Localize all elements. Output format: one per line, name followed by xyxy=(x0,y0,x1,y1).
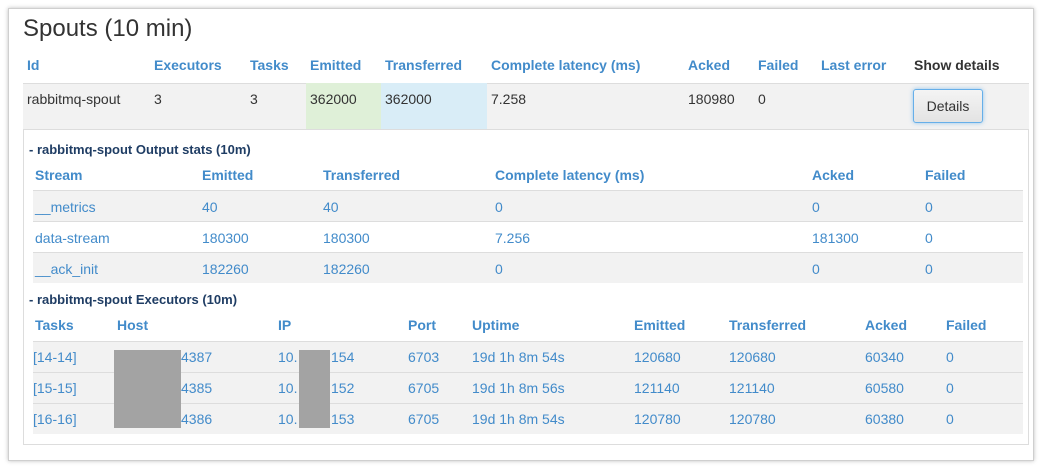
details-button[interactable]: Details xyxy=(913,89,983,123)
executor-uptime: 19d 1h 8m 56s xyxy=(472,380,565,396)
ex-header-failed[interactable]: Failed xyxy=(946,317,986,333)
ex-header-uptime[interactable]: Uptime xyxy=(472,317,519,333)
os-stream: __ack_init xyxy=(35,261,99,277)
os-emitted: 40 xyxy=(202,199,218,215)
table-row xyxy=(33,252,1023,283)
os-complete-latency: 7.256 xyxy=(495,230,531,246)
spout-failed: 0 xyxy=(758,91,766,107)
header-failed[interactable]: Failed xyxy=(758,57,798,73)
table-row xyxy=(33,190,1023,221)
host-redaction xyxy=(114,350,181,428)
spout-id: rabbitmq-spout xyxy=(27,91,121,107)
os-header-transferred[interactable]: Transferred xyxy=(323,167,400,183)
os-header-emitted[interactable]: Emitted xyxy=(202,167,253,183)
os-transferred: 40 xyxy=(323,199,339,215)
executor-transferred: 120780 xyxy=(729,411,776,427)
ex-header-host[interactable]: Host xyxy=(117,317,148,333)
executor-ip-prefix: 10. xyxy=(278,380,298,396)
os-acked: 181300 xyxy=(812,230,859,246)
header-transferred[interactable]: Transferred xyxy=(385,57,462,73)
header-id[interactable]: Id xyxy=(27,57,39,73)
executor-task-link[interactable]: [14-14] xyxy=(33,349,77,365)
header-last-error[interactable]: Last error xyxy=(821,57,886,73)
spout-executors: 3 xyxy=(154,91,162,107)
os-emitted: 180300 xyxy=(202,230,249,246)
executor-acked: 60580 xyxy=(865,380,904,396)
os-transferred: 182260 xyxy=(323,261,370,277)
executor-transferred: 120680 xyxy=(729,349,776,365)
os-header-stream[interactable]: Stream xyxy=(35,167,82,183)
spout-complete-latency: 7.258 xyxy=(491,91,527,107)
header-tasks[interactable]: Tasks xyxy=(250,57,289,73)
os-emitted: 182260 xyxy=(202,261,249,277)
ex-header-acked[interactable]: Acked xyxy=(865,317,907,333)
executor-task-link[interactable]: [16-16] xyxy=(33,411,77,427)
executor-ip-suffix: 152 xyxy=(331,380,355,396)
spout-acked: 180980 xyxy=(688,91,735,107)
executor-emitted: 120680 xyxy=(634,349,681,365)
executor-port: 6705 xyxy=(408,380,440,396)
executor-failed: 0 xyxy=(946,411,954,427)
ip-redaction xyxy=(299,350,330,428)
page-title: Spouts (10 min) xyxy=(23,15,193,42)
executor-acked: 60380 xyxy=(865,411,904,427)
os-complete-latency: 0 xyxy=(495,199,503,215)
spout-emitted: 362000 xyxy=(310,91,357,107)
executor-host[interactable]: 4387 xyxy=(181,349,212,365)
ex-header-emitted[interactable]: Emitted xyxy=(634,317,685,333)
os-complete-latency: 0 xyxy=(495,261,503,277)
os-acked: 0 xyxy=(812,261,820,277)
os-acked: 0 xyxy=(812,199,820,215)
header-show-details: Show details xyxy=(914,57,1000,73)
executor-emitted: 121140 xyxy=(634,380,680,396)
os-header-complete-latency[interactable]: Complete latency (ms) xyxy=(495,167,644,183)
os-stream: data-stream xyxy=(35,230,110,246)
ex-header-transferred[interactable]: Transferred xyxy=(729,317,806,333)
output-stats-title: - rabbitmq-spout Output stats (10m) xyxy=(29,142,251,157)
executor-host[interactable]: 4385 xyxy=(181,380,212,396)
executor-failed: 0 xyxy=(946,380,954,396)
executor-ip-suffix: 154 xyxy=(331,349,355,365)
executor-acked: 60340 xyxy=(865,349,904,365)
header-emitted[interactable]: Emitted xyxy=(310,57,361,73)
os-transferred: 180300 xyxy=(323,230,370,246)
os-header-failed[interactable]: Failed xyxy=(925,167,965,183)
ex-header-port[interactable]: Port xyxy=(408,317,436,333)
executor-uptime: 19d 1h 8m 54s xyxy=(472,411,565,427)
ex-header-ip[interactable]: IP xyxy=(278,317,291,333)
executor-port: 6705 xyxy=(408,411,440,427)
os-failed: 0 xyxy=(925,261,933,277)
os-header-acked[interactable]: Acked xyxy=(812,167,854,183)
spout-transferred: 362000 xyxy=(385,91,432,107)
ex-header-tasks[interactable]: Tasks xyxy=(35,317,74,333)
executor-emitted: 120780 xyxy=(634,411,681,427)
spout-tasks: 3 xyxy=(250,91,258,107)
executor-uptime: 19d 1h 8m 54s xyxy=(472,349,565,365)
header-executors[interactable]: Executors xyxy=(154,57,222,73)
executor-ip-prefix: 10. xyxy=(278,349,298,365)
executor-ip-suffix: 153 xyxy=(331,411,355,427)
os-stream: __metrics xyxy=(35,199,96,215)
executors-title: - rabbitmq-spout Executors (10m) xyxy=(29,292,238,307)
executor-failed: 0 xyxy=(946,349,954,365)
os-failed: 0 xyxy=(925,230,933,246)
executor-transferred: 121140 xyxy=(729,380,775,396)
header-acked[interactable]: Acked xyxy=(688,57,730,73)
header-complete-latency[interactable]: Complete latency (ms) xyxy=(491,57,640,73)
spouts-panel: Spouts (10 min) Id Executors Tasks Emitt… xyxy=(8,8,1034,461)
executor-host[interactable]: 4386 xyxy=(181,411,212,427)
executor-task-link[interactable]: [15-15] xyxy=(33,380,77,396)
executor-ip-prefix: 10. xyxy=(278,411,298,427)
executor-port: 6703 xyxy=(408,349,440,365)
os-failed: 0 xyxy=(925,199,933,215)
